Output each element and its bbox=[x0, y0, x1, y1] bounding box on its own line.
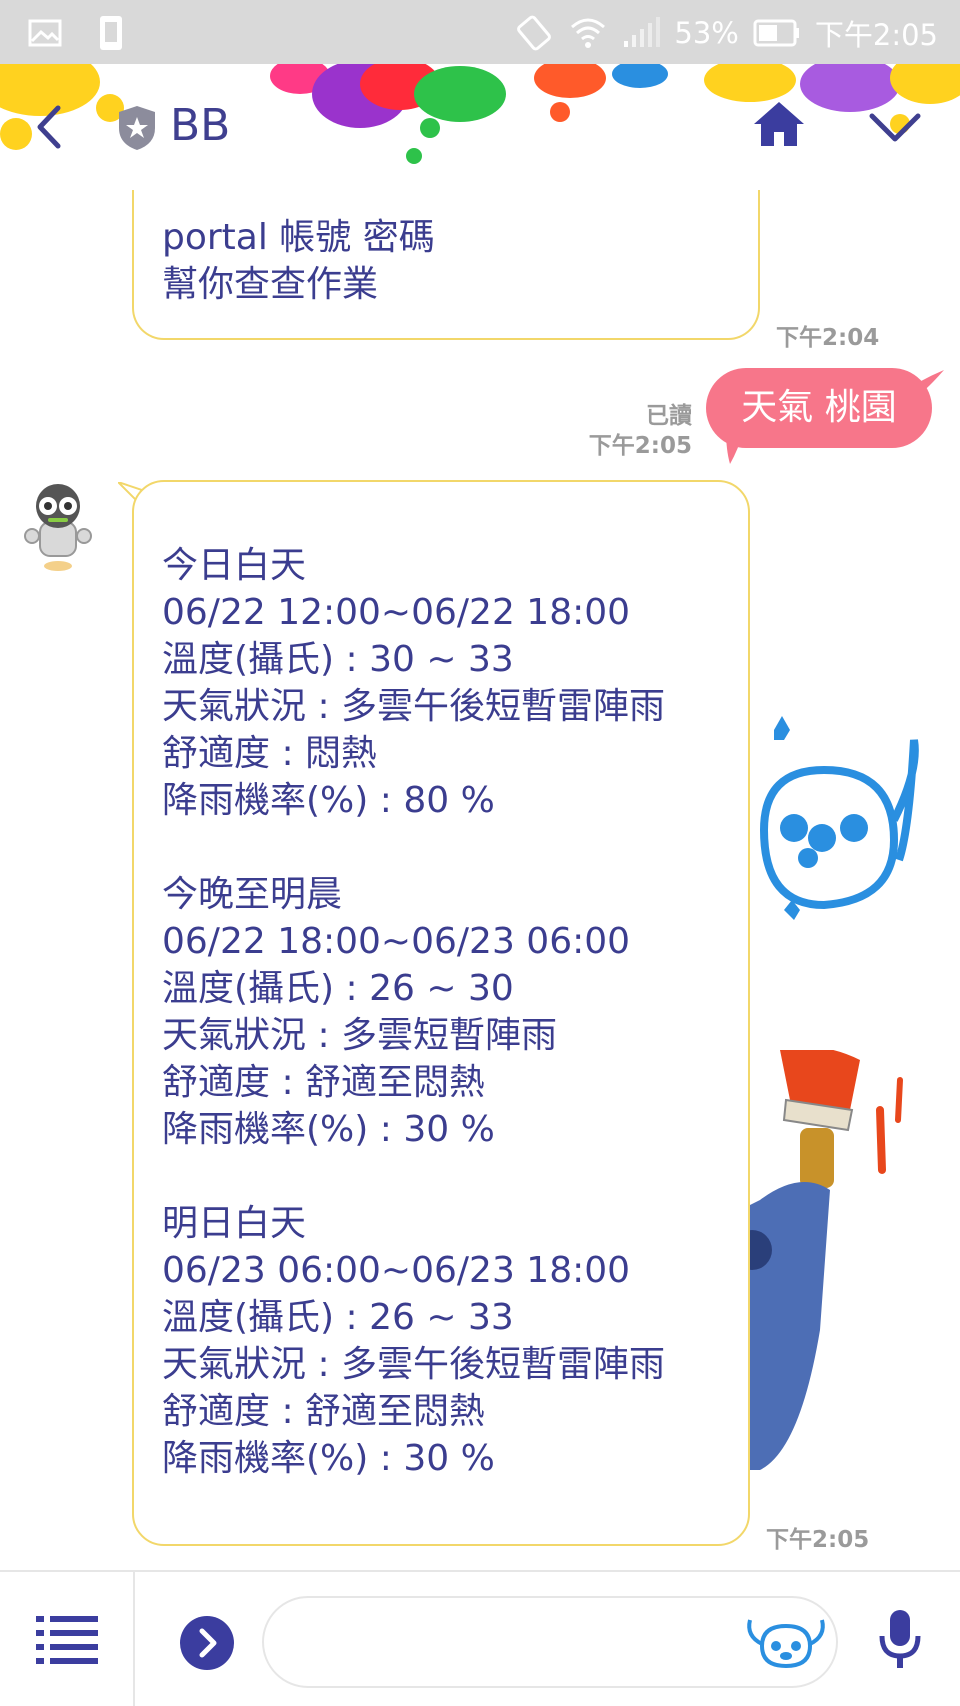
message-timestamp: 下午2:04 bbox=[776, 325, 880, 351]
back-icon[interactable] bbox=[34, 104, 64, 150]
message-line: 06/22 18:00~06/23 06:00 bbox=[162, 921, 631, 962]
wifi-icon bbox=[571, 18, 606, 48]
divider bbox=[133, 1572, 135, 1706]
mic-icon[interactable] bbox=[876, 1608, 924, 1672]
message-line: 06/22 12:00~06/22 18:00 bbox=[162, 592, 631, 633]
clock: 下午2:05 bbox=[814, 18, 938, 52]
message-timestamp: 下午2:05 bbox=[588, 433, 692, 459]
sticker-icon[interactable] bbox=[742, 1616, 830, 1672]
message-line: 舒適度 : 悶熱 bbox=[162, 733, 378, 774]
message-line bbox=[162, 1153, 748, 1200]
message-line: 舒適度 : 舒適至悶熱 bbox=[162, 1062, 486, 1103]
message-line: 今日白天 bbox=[162, 545, 307, 586]
rotate-icon bbox=[517, 15, 552, 51]
bot-message-bubble[interactable]: 今日白天 06/22 12:00~06/22 18:00 溫度(攝氏) : 30… bbox=[132, 480, 750, 1546]
message-line: 06/23 06:00~06/23 18:00 bbox=[162, 1250, 631, 1291]
message-line: 降雨機率(%) : 30 % bbox=[162, 1438, 495, 1479]
chat-title: BB bbox=[170, 100, 231, 151]
message-line bbox=[162, 824, 748, 871]
message-line: 降雨機率(%) : 80 % bbox=[162, 780, 495, 821]
bot-avatar[interactable] bbox=[22, 478, 94, 574]
message-line: 舒適度 : 舒適至悶熱 bbox=[162, 1391, 486, 1432]
stitch-doodle-decoration bbox=[759, 716, 919, 920]
chevron-down-icon[interactable] bbox=[868, 112, 922, 144]
chat-history[interactable]: portal 帳號 密碼 幫你查查作業 下午2:04 已讀 下午2:05 天氣 … bbox=[0, 190, 960, 1570]
sim-icon bbox=[100, 16, 122, 50]
message-line: 明日白天 bbox=[162, 1203, 307, 1244]
message-line: 幫你查查作業 bbox=[162, 264, 379, 305]
paint-drip-decoration bbox=[726, 430, 744, 464]
message-timestamp: 下午2:05 bbox=[766, 1527, 870, 1553]
menu-icon[interactable] bbox=[36, 1614, 98, 1666]
message-line: 溫度(攝氏) : 26 ~ 33 bbox=[162, 1297, 514, 1338]
message-line: 今晚至明晨 bbox=[162, 874, 343, 915]
message-input-bar bbox=[0, 1570, 960, 1706]
message-line: 溫度(攝氏) : 26 ~ 30 bbox=[162, 968, 514, 1009]
expand-button[interactable] bbox=[180, 1616, 234, 1670]
message-line: portal 帳號 密碼 bbox=[162, 217, 435, 258]
battery-percent: 53% bbox=[674, 16, 739, 50]
message-line: 天氣狀況 : 多雲短暫陣雨 bbox=[162, 1015, 558, 1056]
message-line: 溫度(攝氏) : 30 ~ 33 bbox=[162, 639, 514, 680]
bot-message-bubble[interactable]: portal 帳號 密碼 幫你查查作業 bbox=[132, 190, 760, 340]
signal-icon bbox=[624, 17, 661, 47]
shield-icon bbox=[119, 106, 155, 150]
message-line: 降雨機率(%) : 30 % bbox=[162, 1109, 495, 1150]
battery-icon bbox=[753, 19, 799, 47]
stitch-painter-decoration bbox=[740, 1050, 903, 1470]
chevron-right-icon bbox=[199, 1628, 217, 1658]
chat-header: BB bbox=[0, 64, 960, 190]
home-icon[interactable] bbox=[752, 100, 806, 148]
message-line: 天氣狀況 : 多雲午後短暫雷陣雨 bbox=[162, 1344, 666, 1385]
gallery-icon bbox=[28, 19, 62, 47]
message-line: 天氣狀況 : 多雲午後短暫雷陣雨 bbox=[162, 686, 666, 727]
status-bar: 53% 下午2:05 bbox=[0, 0, 960, 64]
read-receipt: 已讀 bbox=[646, 403, 692, 429]
